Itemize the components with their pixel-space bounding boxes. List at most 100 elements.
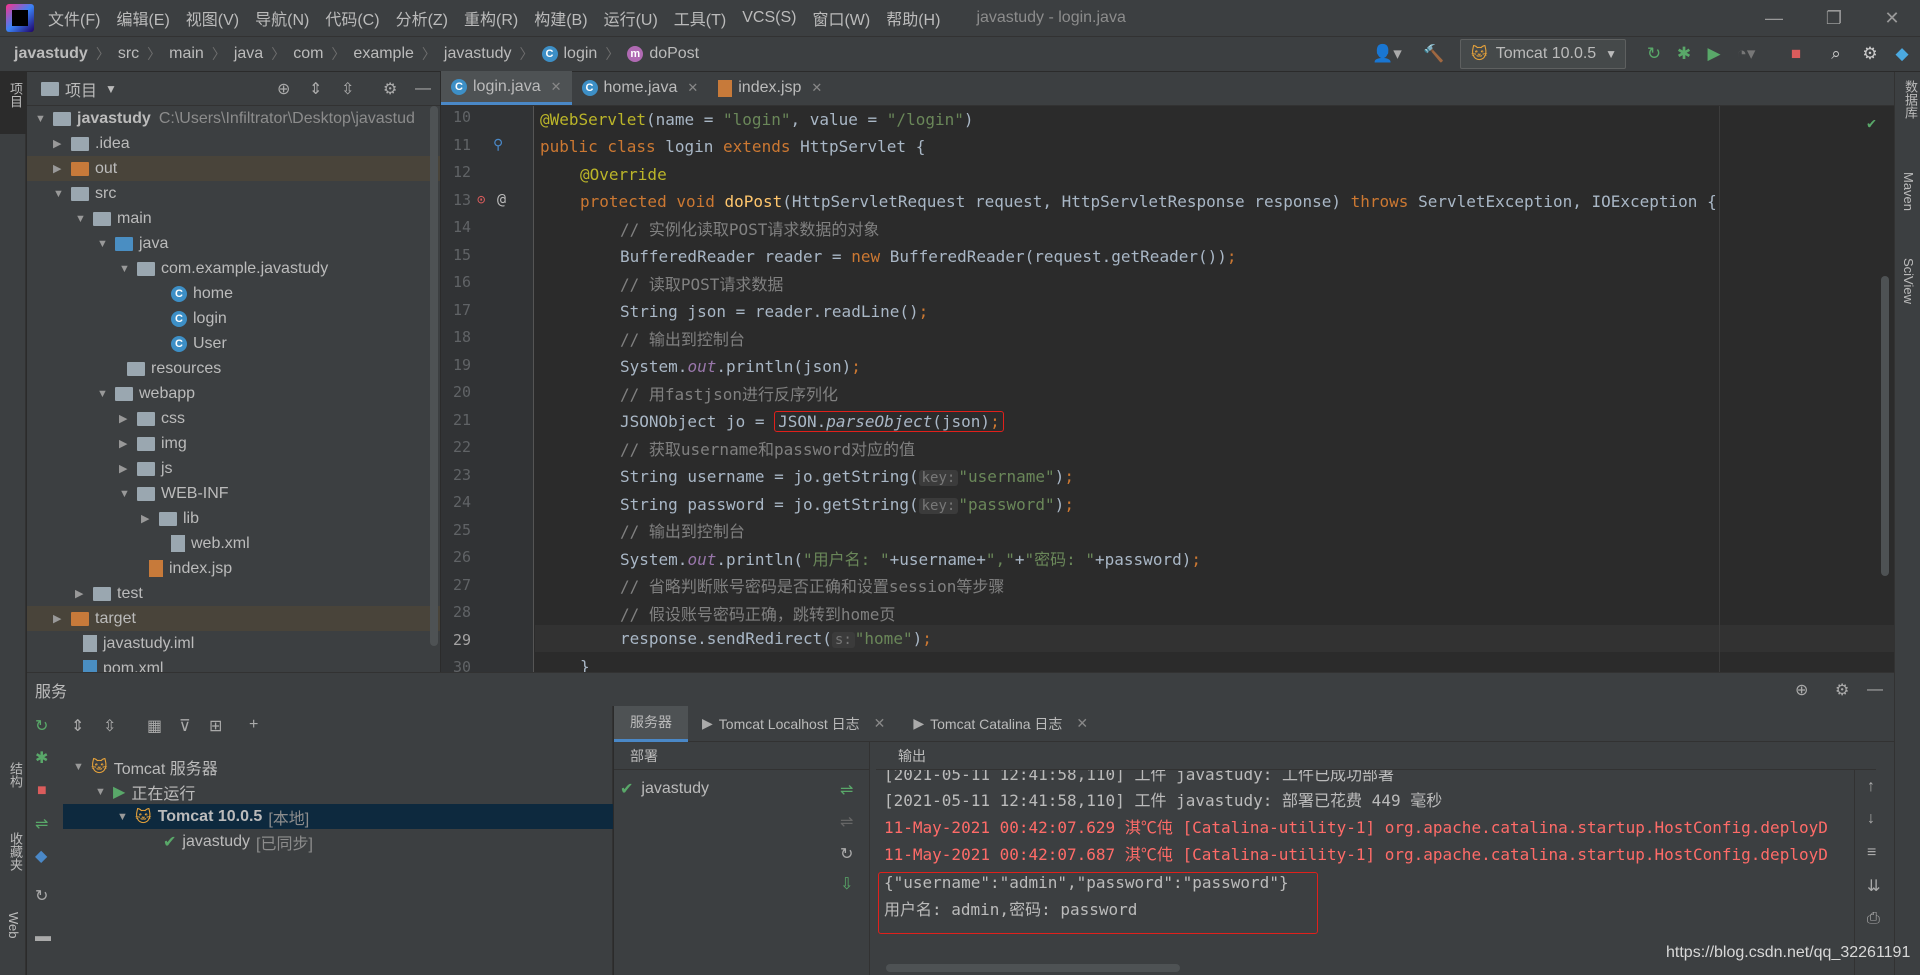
menu-tools[interactable]: 工具(T) (674, 6, 726, 30)
editor-scrollbar[interactable] (1881, 276, 1889, 576)
structure-tool-tab[interactable]: 结构 (6, 762, 25, 788)
servlet-gutter-icon[interactable]: ⚲ (493, 137, 503, 153)
rerun-icon[interactable]: ↻ (35, 716, 48, 736)
tab-catalina-log[interactable]: ▶ Tomcat Catalina 日志 ✕ (899, 706, 1102, 742)
breadcrumb-item[interactable]: javastudy (14, 45, 88, 63)
scroll-to-end-icon[interactable]: ⇊ (1867, 876, 1880, 896)
coverage-icon[interactable]: ▶ (1704, 44, 1724, 64)
sciview-tool-tab[interactable]: SciView (1901, 258, 1916, 304)
tab-home-java[interactable]: Chome.java ✕ (572, 71, 709, 105)
debug-icon[interactable]: ✱ (35, 748, 48, 768)
menu-help[interactable]: 帮助(H) (886, 6, 940, 30)
tree-node[interactable]: ▶ img (119, 431, 187, 456)
user-icon[interactable]: 👤▾ (1372, 44, 1402, 64)
breadcrumb-item[interactable]: com (293, 45, 323, 63)
tree-node[interactable]: ▶ test (75, 581, 143, 606)
menu-analyze[interactable]: 分析(Z) (396, 6, 448, 30)
breadcrumb-item[interactable]: example (353, 45, 413, 63)
tree-node[interactable]: Clogin (171, 306, 227, 331)
layout-icon[interactable]: ▬ (35, 928, 51, 946)
tree-node[interactable]: pom.xml (83, 656, 163, 672)
tree-node[interactable]: resources (127, 356, 221, 381)
tree-node[interactable]: ▼ java (97, 231, 168, 256)
breadcrumb-item[interactable]: src (118, 45, 139, 63)
breadcrumb-item[interactable]: Clogin (541, 45, 597, 63)
chevron-down-icon[interactable]: ▼ (105, 82, 117, 96)
profile-icon[interactable]: ◔▾ (1736, 44, 1756, 64)
artifact-icon[interactable]: ◆ (35, 846, 47, 866)
group-icon[interactable]: ▦ (147, 716, 162, 736)
rerun-icon[interactable]: ↻ (1644, 44, 1664, 64)
collapse-all-icon[interactable]: ⇳ (103, 716, 116, 736)
menu-vcs[interactable]: VCS(S) (742, 9, 796, 27)
maven-tool-tab[interactable]: Maven (1901, 172, 1916, 211)
breadcrumb-item[interactable]: main (169, 45, 204, 63)
menu-window[interactable]: 窗口(W) (812, 6, 870, 30)
override-gutter-icon[interactable]: ⊙ (477, 192, 485, 208)
locate-icon[interactable]: ⊕ (277, 79, 290, 99)
tree-node-running[interactable]: ▼ ▶ 正在运行 (95, 779, 195, 804)
settings-gear-icon[interactable]: ⚙ (1835, 680, 1849, 700)
jetbrains-toolbox-icon[interactable]: ◆ (1892, 44, 1912, 64)
down-arrow-icon[interactable]: ↓ (1867, 810, 1875, 828)
tree-node-artifact[interactable]: ✔ javastudy [已同步] (163, 829, 313, 854)
deploy-icon[interactable]: ⇌ (35, 814, 48, 834)
tree-node[interactable]: index.jsp (149, 556, 232, 581)
settings-gear-icon[interactable]: ⚙ (1860, 44, 1880, 64)
stop-icon[interactable]: ■ (1786, 44, 1806, 64)
tree-node[interactable]: ▶ js (119, 456, 173, 481)
menu-edit[interactable]: 编辑(E) (116, 6, 169, 30)
build-hammer-icon[interactable]: 🔨 (1423, 44, 1444, 64)
no-problems-check-icon[interactable]: ✔ (1867, 114, 1876, 132)
menu-run[interactable]: 运行(U) (604, 6, 658, 30)
tree-node-server[interactable]: ▼ 🐱 Tomcat 10.0.5 [本地] (63, 804, 613, 829)
tree-node[interactable]: ▶ out (27, 156, 440, 181)
menu-build[interactable]: 构建(B) (534, 6, 587, 30)
menu-navigate[interactable]: 导航(N) (255, 6, 309, 30)
new-tab-icon[interactable]: ⊞ (209, 716, 222, 736)
tab-login-java[interactable]: Clogin.java ✕ (441, 71, 572, 105)
filter-icon[interactable]: ⊽ (179, 716, 191, 736)
menu-view[interactable]: 视图(V) (186, 6, 239, 30)
console-hscrollbar[interactable] (886, 964, 1180, 972)
debug-icon[interactable]: ✱ (1674, 44, 1694, 64)
tree-node[interactable]: ▼ webapp (97, 381, 195, 406)
code-editor[interactable]: @WebServlet(name = "login", value = "/lo… (535, 106, 1894, 672)
close-tab-icon[interactable]: ✕ (551, 79, 562, 95)
tab-index-jsp[interactable]: index.jsp ✕ (708, 71, 832, 105)
close-tab-icon[interactable]: ✕ (811, 80, 822, 96)
tree-node[interactable]: ▼ com.example.javastudy (119, 256, 328, 281)
print-icon[interactable]: ⎙ (1867, 910, 1880, 928)
menu-refactor[interactable]: 重构(R) (464, 6, 518, 30)
tree-node[interactable]: ▼ WEB-INF (119, 481, 229, 506)
settings-gear-icon[interactable]: ⚙ (383, 79, 397, 99)
tree-node[interactable]: C User (171, 331, 227, 356)
expand-all-icon[interactable]: ⇕ (309, 79, 322, 99)
tree-node[interactable]: ▶ css (119, 406, 185, 431)
project-panel-title[interactable]: 项目 (65, 77, 97, 101)
tab-localhost-log[interactable]: ▶ Tomcat Localhost 日志 ✕ (688, 706, 899, 742)
run-config-select[interactable]: 🐱 Tomcat 10.0.5 ▼ (1460, 39, 1626, 69)
breadcrumb-item[interactable]: java (234, 45, 263, 63)
tab-server[interactable]: 服务器 (614, 705, 688, 742)
tree-node[interactable]: ▼ main (75, 206, 152, 231)
up-arrow-icon[interactable]: ↑ (1867, 778, 1875, 796)
breadcrumb-item[interactable]: javastudy (444, 45, 512, 63)
tree-node-tomcat-group[interactable]: ▼ 🐱 Tomcat 服务器 (73, 754, 218, 779)
tree-node[interactable]: ▶ target (27, 606, 440, 631)
stop-icon[interactable]: ■ (37, 782, 47, 800)
tree-node[interactable]: ▶ .idea (53, 131, 130, 156)
tree-node[interactable]: ▶ lib (141, 506, 199, 531)
tree-node[interactable]: javastudy.iml (83, 631, 194, 656)
refresh-icon[interactable]: ↻ (35, 886, 48, 906)
soft-wrap-icon[interactable]: ≡ (1867, 844, 1876, 862)
web-tool-tab[interactable]: Web (6, 912, 21, 939)
project-scrollbar[interactable] (430, 106, 438, 646)
close-tab-icon[interactable]: ✕ (687, 80, 698, 96)
hide-panel-icon[interactable]: — (1867, 681, 1883, 699)
project-tool-tab[interactable]: 项目 (6, 82, 25, 108)
favorites-tool-tab[interactable]: 收藏夹 (6, 832, 25, 871)
restore-icon[interactable]: ❐ (1806, 0, 1862, 36)
expand-all-icon[interactable]: ⇕ (71, 716, 84, 736)
tree-node[interactable]: web.xml (171, 531, 250, 556)
